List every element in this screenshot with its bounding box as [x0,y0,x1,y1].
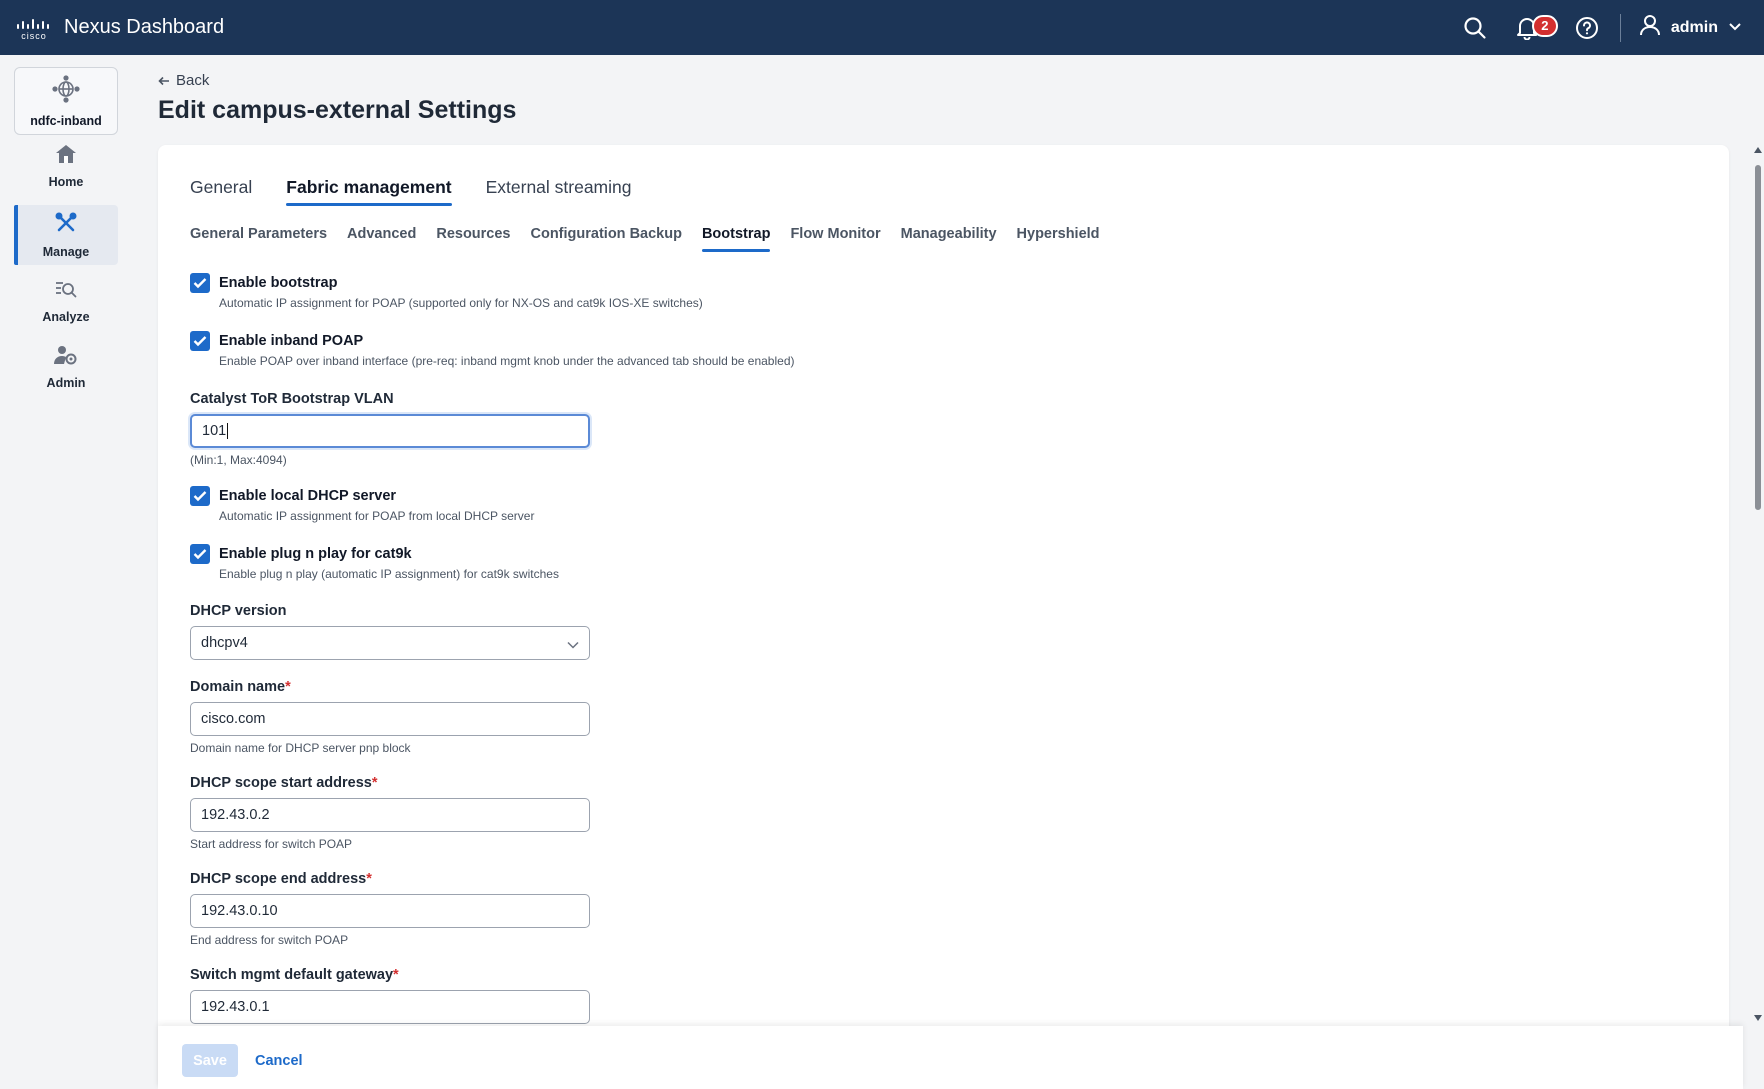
subtab-configuration-backup[interactable]: Configuration Backup [531,226,682,252]
user-name: admin [1670,18,1718,36]
user-menu[interactable]: admin [1639,14,1742,41]
app-title: Nexus Dashboard [64,16,225,38]
tor-vlan-help: (Min:1, Max:4094) [190,453,287,467]
required-marker: * [371,775,378,791]
subtab-flow-monitor[interactable]: Flow Monitor [790,226,880,252]
scroll-down-arrow-icon[interactable] [1754,1015,1762,1021]
enable-pnp-row: Enable plug n play for cat9k Enable plug… [190,544,559,582]
arrow-left-icon [158,73,170,89]
enable-pnp-label: Enable plug n play for cat9k [219,546,412,562]
required-marker: * [393,967,399,983]
scope-start-label: DHCP scope start address* [190,775,378,791]
save-button[interactable]: Save [182,1044,238,1077]
nav-home[interactable]: Home [14,136,118,196]
topbar-divider [1619,13,1621,42]
subtab-manageability[interactable]: Manageability [901,226,997,252]
domain-name-input[interactable]: cisco.com [190,702,590,736]
subtab-bootstrap[interactable]: Bootstrap [701,226,771,252]
text-cursor [227,423,229,439]
enable-local-dhcp-checkbox[interactable] [190,486,210,506]
enable-pnp-checkbox[interactable] [190,544,210,564]
mgmt-gateway-label: Switch mgmt default gateway* [190,967,399,983]
search-icon[interactable] [1460,13,1490,43]
notifications-bell-icon[interactable]: 2 [1512,13,1558,43]
dhcp-version-select[interactable]: dhcpv4 [190,626,590,660]
nav-admin[interactable]: Admin [14,337,118,397]
enable-local-dhcp-row: Enable local DHCP server Automatic IP as… [190,486,534,524]
page-scrollbar[interactable] [1752,145,1764,1025]
enable-bootstrap-row: Enable bootstrap Automatic IP assignment… [190,273,703,311]
scope-end-value: 192.43.0.10 [201,903,278,919]
nav-manage[interactable]: Manage [14,205,118,265]
help-icon[interactable] [1572,13,1602,43]
enable-inband-poap-checkbox[interactable] [190,331,210,351]
required-marker: * [285,679,291,695]
sub-tabs: General Parameters Advanced Resources Co… [190,226,1120,252]
enable-bootstrap-label: Enable bootstrap [219,275,338,291]
cancel-button[interactable]: Cancel [255,1044,303,1077]
scope-end-help: End address for switch POAP [190,933,349,947]
chevron-down-icon [567,637,579,653]
back-label: Back [176,72,210,89]
scrollbar-thumb[interactable] [1755,165,1761,510]
scope-start-help: Start address for switch POAP [190,837,353,851]
enable-bootstrap-checkbox[interactable] [190,273,210,293]
tor-vlan-value: 101 [202,423,227,439]
subtab-advanced[interactable]: Advanced [347,226,416,252]
home-icon [55,144,77,169]
user-icon [1639,14,1661,41]
tab-external-streaming[interactable]: External streaming [486,177,632,206]
admin-icon [54,345,78,370]
scope-end-input[interactable]: 192.43.0.10 [190,894,590,928]
top-bar: cisco Nexus Dashboard 2 admin [0,0,1764,55]
enable-inband-poap-help: Enable POAP over inband interface (pre-r… [219,354,795,368]
nav-manage-label: Manage [42,244,90,259]
notification-count-badge: 2 [1531,14,1558,37]
settings-card: General Fabric management External strea… [158,145,1729,1089]
tab-general[interactable]: General [190,177,252,206]
required-marker: * [366,871,372,887]
enable-pnp-help: Enable plug n play (automatic IP assignm… [219,567,559,581]
sidebar: ndfc-inband Home Manage Analyze Admin [0,55,132,1089]
site-name: ndfc-inband [30,113,102,128]
cisco-logo-icon: cisco [14,15,54,41]
mgmt-gateway-value: 192.43.0.1 [201,999,270,1015]
scroll-up-arrow-icon[interactable] [1754,147,1762,153]
tor-vlan-input[interactable]: 101 [190,414,590,448]
chevron-down-icon [1728,19,1742,37]
cisco-wordmark: cisco [21,30,47,41]
nav-home-label: Home [48,174,84,189]
scope-start-input[interactable]: 192.43.0.2 [190,798,590,832]
mgmt-gateway-input[interactable]: 192.43.0.1 [190,990,590,1024]
domain-name-label: Domain name* [190,679,291,695]
subtab-general-parameters[interactable]: General Parameters [190,226,327,252]
main-tabs: General Fabric management External strea… [190,177,666,206]
nav-analyze[interactable]: Analyze [14,271,118,331]
tor-vlan-label: Catalyst ToR Bootstrap VLAN [190,391,394,407]
scope-start-value: 192.43.0.2 [201,807,270,823]
subtab-resources[interactable]: Resources [436,226,510,252]
dhcp-version-label: DHCP version [190,603,287,619]
scope-end-label: DHCP scope end address* [190,871,372,887]
enable-bootstrap-help: Automatic IP assignment for POAP (suppor… [219,296,703,310]
domain-name-help: Domain name for DHCP server pnp block [190,741,411,755]
dhcp-version-value: dhcpv4 [201,635,248,651]
site-globe-icon [51,74,81,108]
tools-icon [55,211,77,239]
brand[interactable]: cisco Nexus Dashboard [0,15,224,41]
site-selector[interactable]: ndfc-inband [14,67,118,135]
tab-fabric-management[interactable]: Fabric management [286,177,452,206]
enable-inband-poap-label: Enable inband POAP [219,333,364,349]
enable-local-dhcp-help: Automatic IP assignment for POAP from lo… [219,509,535,523]
form-footer: Save Cancel [158,1026,1743,1089]
domain-name-value: cisco.com [201,711,266,727]
analyze-icon [55,279,77,304]
nav-admin-label: Admin [46,375,86,390]
page-title: Edit campus-external Settings [158,96,517,124]
back-link[interactable]: Back [158,72,209,89]
nav-analyze-label: Analyze [42,309,90,324]
subtab-hypershield[interactable]: Hypershield [1017,226,1100,252]
enable-inband-poap-row: Enable inband POAP Enable POAP over inba… [190,331,795,369]
enable-local-dhcp-label: Enable local DHCP server [219,488,397,504]
